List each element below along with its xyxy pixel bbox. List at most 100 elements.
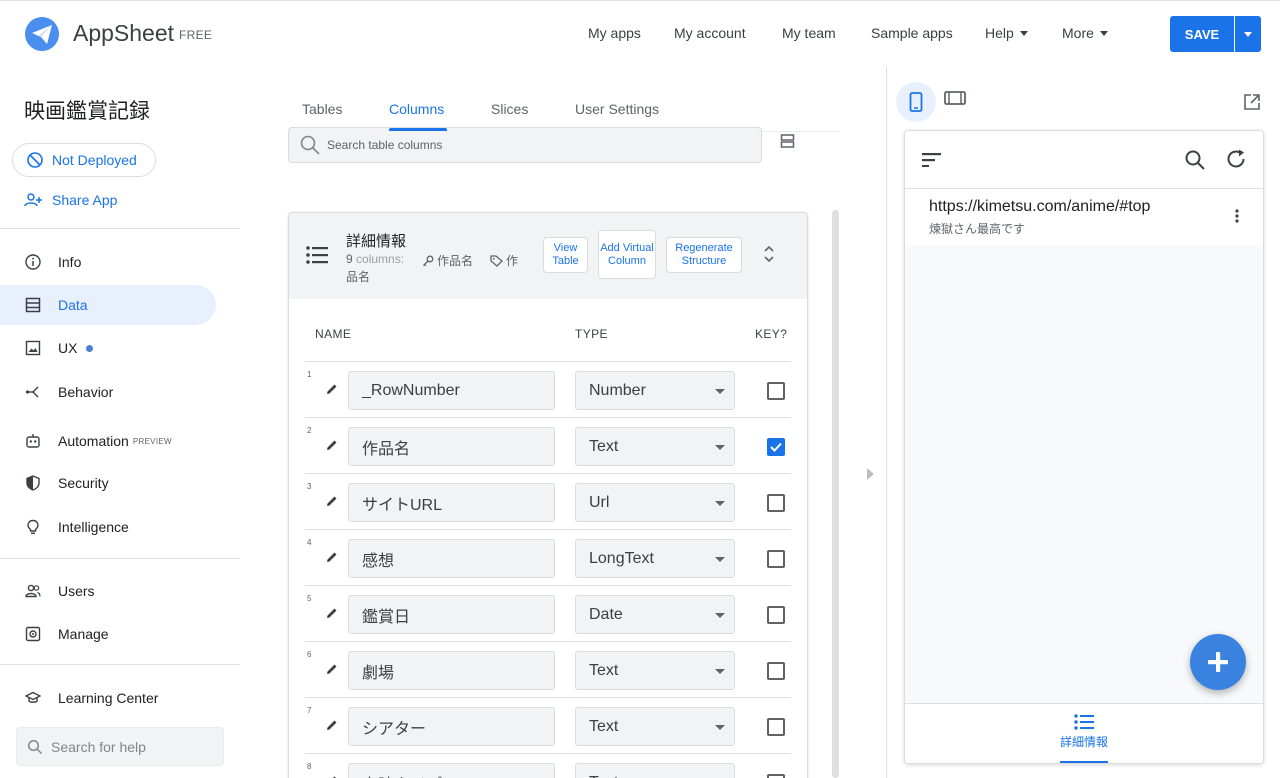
key-checkbox-checked[interactable] (767, 438, 785, 456)
mobile-preview-button[interactable] (896, 82, 936, 122)
save-options-button[interactable] (1235, 16, 1261, 52)
search-columns-placeholder: Search table columns (327, 138, 443, 152)
nav-more[interactable]: More (1062, 25, 1108, 41)
bottom-nav-item[interactable]: 詳細情報 (1053, 714, 1115, 750)
tab-columns[interactable]: Columns (389, 101, 444, 117)
appsheet-logo-icon (25, 17, 59, 51)
refresh-icon[interactable] (1225, 148, 1247, 170)
help-search-input[interactable]: Search for help (16, 727, 224, 766)
active-tab-indicator (389, 128, 447, 131)
column-type-select[interactable]: Text (575, 707, 735, 746)
key-checkbox[interactable] (767, 382, 785, 400)
column-name-field[interactable]: サイトURL (348, 483, 555, 522)
column-name-field[interactable]: 感想 (348, 539, 555, 578)
shield-icon (26, 475, 40, 491)
sidebar-item-intelligence[interactable]: Intelligence (0, 507, 216, 547)
scrollbar[interactable] (832, 210, 839, 778)
save-button[interactable]: SAVE (1170, 16, 1234, 52)
column-name-field[interactable]: 劇場 (348, 651, 555, 690)
pencil-icon[interactable] (325, 494, 339, 508)
table-name: 詳細情報 (346, 233, 407, 250)
nav-sample-apps[interactable]: Sample apps (871, 25, 953, 41)
list-item[interactable]: https://kimetsu.com/anime/#top 煉獄さん最高です (905, 189, 1263, 245)
chevron-down-icon (1019, 31, 1028, 36)
column-type-select[interactable]: Text (575, 427, 735, 466)
top-bar: AppSheet FREE My apps My account My team… (0, 0, 1280, 66)
sort-icon[interactable] (922, 153, 941, 167)
row-number: 6 (307, 650, 312, 659)
layout-toggle-icon[interactable] (780, 133, 796, 149)
column-name-field[interactable]: _RowNumber (348, 371, 555, 410)
table-row: 8 上映タイプ Text (305, 753, 791, 778)
sidebar-item-learning-center[interactable]: Learning Center (0, 678, 216, 718)
column-type-select[interactable]: LongText (575, 539, 735, 578)
column-type-select[interactable]: Text (575, 651, 735, 690)
row-number: 4 (307, 538, 312, 547)
sidebar-item-ux[interactable]: UX (0, 328, 216, 368)
sidebar-item-behavior[interactable]: Behavior (0, 372, 216, 412)
nav-help-label: Help (985, 25, 1014, 41)
nav-help[interactable]: Help (985, 25, 1028, 41)
dropdown-arrow-icon (715, 557, 725, 562)
pencil-icon[interactable] (325, 606, 339, 620)
pencil-icon[interactable] (325, 438, 339, 452)
ux-status-dot (86, 344, 94, 352)
nav-my-apps[interactable]: My apps (588, 25, 641, 41)
nav-my-account[interactable]: My account (674, 25, 746, 41)
sidebar-divider (0, 664, 240, 665)
deploy-status-button[interactable]: Not Deployed (12, 143, 156, 177)
key-checkbox[interactable] (767, 718, 785, 736)
key-column-label: 作品名 (422, 252, 473, 269)
column-type-select[interactable]: Text (575, 763, 735, 778)
pencil-icon[interactable] (325, 550, 339, 564)
open-in-new-icon[interactable] (1243, 93, 1261, 111)
sidebar-item-security[interactable]: Security (0, 463, 216, 503)
bulb-icon (27, 519, 39, 535)
more-vert-icon[interactable] (1235, 209, 1239, 223)
view-table-button[interactable]: View Table (543, 237, 588, 273)
key-checkbox[interactable] (767, 550, 785, 568)
sidebar-item-label: Users (58, 583, 95, 599)
column-type-select[interactable]: Number (575, 371, 735, 410)
pencil-icon[interactable] (325, 718, 339, 732)
column-name-field[interactable]: シアター (348, 707, 555, 746)
key-checkbox[interactable] (767, 662, 785, 680)
row-number: 2 (307, 426, 312, 435)
tab-slices[interactable]: Slices (491, 101, 528, 117)
tablet-icon[interactable] (944, 90, 966, 106)
share-app-button[interactable]: Share App (24, 192, 117, 208)
sidebar-item-users[interactable]: Users (0, 571, 216, 611)
tag-icon (490, 254, 503, 267)
column-type-select[interactable]: Date (575, 595, 735, 634)
column-type-select[interactable]: Url (575, 483, 735, 522)
sidebar-item-data[interactable]: Data (0, 285, 216, 325)
expand-collapse-icon[interactable] (763, 245, 775, 263)
row-number: 3 (307, 482, 312, 491)
sidebar-item-automation[interactable]: Automation PREVIEW (0, 421, 216, 461)
sidebar-item-manage[interactable]: Manage (0, 614, 216, 654)
key-checkbox[interactable] (767, 494, 785, 512)
collapse-panel-icon[interactable] (867, 468, 874, 480)
help-search-placeholder: Search for help (51, 738, 146, 755)
column-name-field[interactable]: 鑑賞日 (348, 595, 555, 634)
nav-my-team[interactable]: My team (782, 25, 836, 41)
tab-tables[interactable]: Tables (302, 101, 342, 117)
search-icon[interactable] (1184, 149, 1206, 171)
key-checkbox[interactable] (767, 774, 785, 778)
regenerate-structure-button[interactable]: Regenerate Structure (666, 237, 742, 273)
pencil-icon[interactable] (325, 662, 339, 676)
add-virtual-column-button[interactable]: Add Virtual Column (598, 230, 656, 279)
column-name-field[interactable]: 作品名 (348, 427, 555, 466)
pencil-icon[interactable] (325, 774, 339, 778)
sidebar-item-label: UX (58, 340, 78, 356)
column-type-value: Date (589, 605, 623, 623)
tab-user-settings[interactable]: User Settings (575, 101, 659, 117)
key-checkbox[interactable] (767, 606, 785, 624)
add-button[interactable] (1190, 634, 1246, 690)
plus-icon (1208, 652, 1228, 672)
search-columns-input[interactable]: Search table columns (288, 127, 762, 163)
sidebar-item-info[interactable]: Info (0, 242, 216, 282)
app-bottom-nav: 詳細情報 (905, 703, 1263, 763)
column-name-field[interactable]: 上映タイプ (348, 763, 555, 778)
pencil-icon[interactable] (325, 382, 339, 396)
